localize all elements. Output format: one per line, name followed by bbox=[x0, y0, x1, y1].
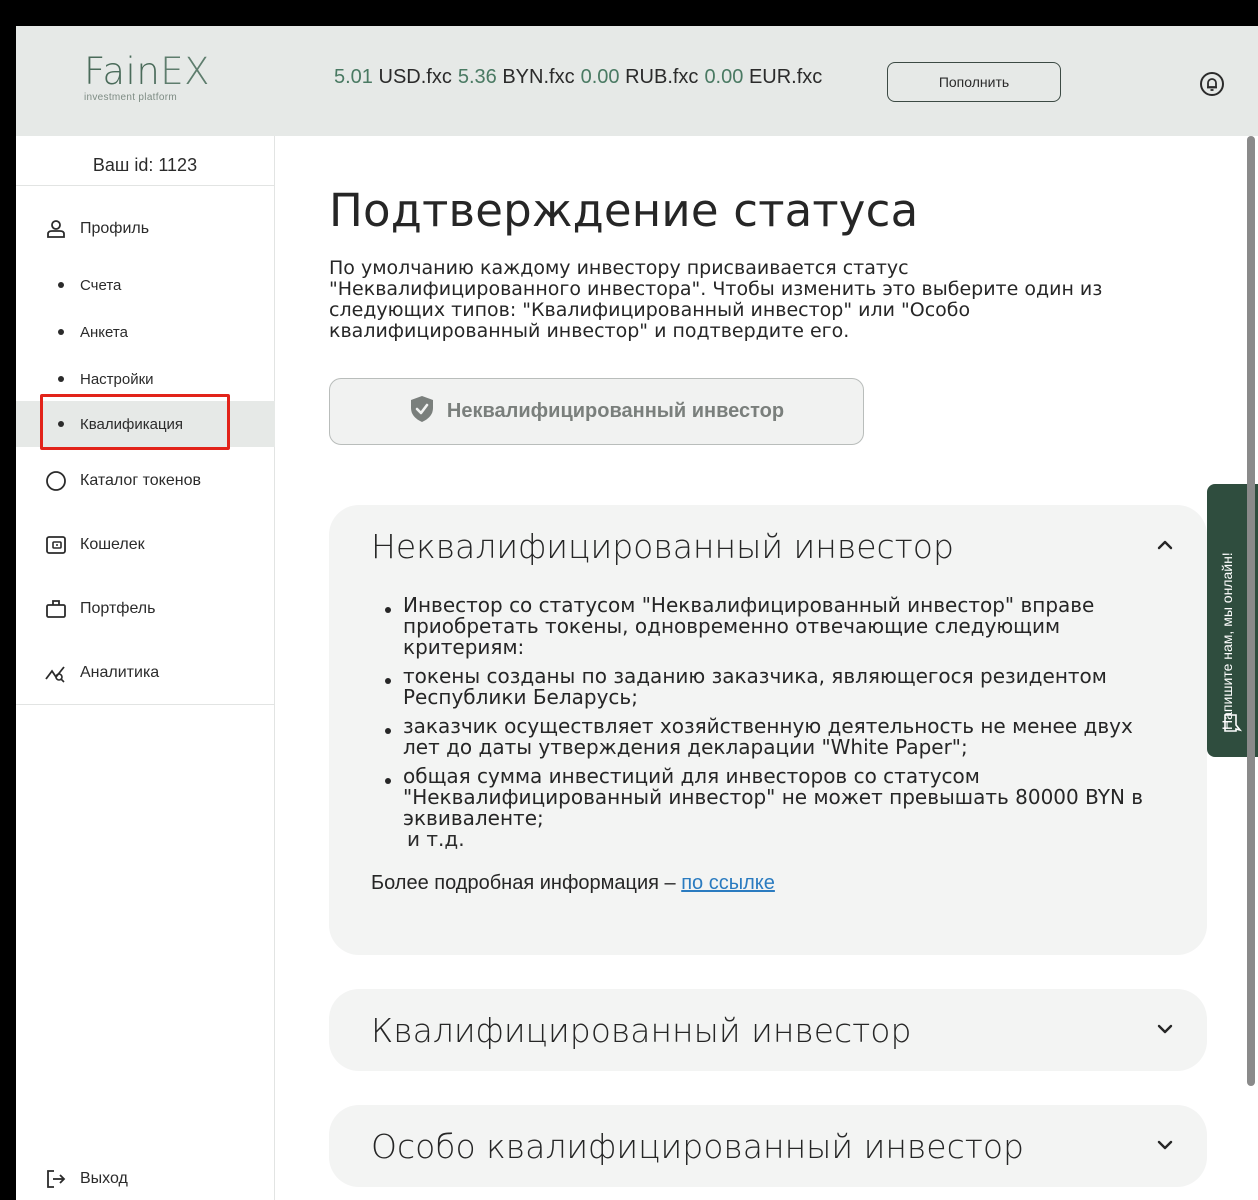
sidebar-item-label: Портфель bbox=[80, 600, 156, 617]
accordion-qualified[interactable]: Квалифицированный инвестор bbox=[329, 989, 1207, 1071]
balance-byn: 5.36 BYN.fxc bbox=[457, 66, 575, 88]
sidebar-item-wallet[interactable]: Кошелек bbox=[16, 522, 275, 568]
sidebar: Ваш id: 1123 Профиль Счета Анкета Настро… bbox=[16, 136, 275, 1200]
logo-main-text: Fain bbox=[84, 50, 161, 93]
sidebar-item-label: Аналитика bbox=[80, 664, 160, 681]
sidebar-item-profile[interactable]: Профиль bbox=[16, 206, 275, 252]
app-window: FainEX investment platform 5.01 USD.fxc … bbox=[16, 26, 1258, 1200]
accordion-title: Квалифицированный инвестор bbox=[371, 1010, 912, 1050]
accordion-highly-qualified[interactable]: Особо квалифицированный инвестор bbox=[329, 1105, 1207, 1187]
list-item: Инвестор со статусом "Неквалифицированны… bbox=[371, 595, 1163, 658]
balance-rub: 0.00 RUB.fxc bbox=[580, 66, 699, 88]
sidebar-item-label: Счета bbox=[80, 276, 122, 294]
logo-ex-text: EX bbox=[160, 50, 211, 93]
sidebar-divider bbox=[16, 704, 275, 705]
sidebar-item-token-catalog[interactable]: Каталог токенов bbox=[16, 458, 275, 504]
shield-check-icon bbox=[409, 395, 435, 429]
sidebar-item-label: Кошелек bbox=[80, 536, 145, 553]
sidebar-item-label: Анкета bbox=[80, 323, 128, 341]
briefcase-icon bbox=[44, 597, 68, 621]
current-status-button[interactable]: Неквалифицированный инвестор bbox=[329, 378, 864, 445]
accordion-header[interactable]: Квалифицированный инвестор bbox=[329, 989, 1207, 1071]
sidebar-subitem-questionnaire[interactable]: Анкета bbox=[16, 309, 275, 355]
analytics-icon bbox=[44, 661, 68, 685]
logo-subtitle: investment platform bbox=[84, 92, 177, 103]
more-info-text: Более подробная информация – bbox=[371, 872, 682, 894]
criteria-list: Инвестор со статусом "Неквалифицированны… bbox=[371, 595, 1163, 829]
sidebar-item-portfolio[interactable]: Портфель bbox=[16, 586, 275, 632]
more-info-link[interactable]: по ссылке bbox=[681, 872, 775, 894]
balance-usd: 5.01 USD.fxc bbox=[334, 66, 452, 88]
main-content: Подтверждение статуса По умолчанию каждо… bbox=[275, 136, 1258, 1200]
balances: 5.01 USD.fxc 5.36 BYN.fxc 0.00 RUB.fxc 0… bbox=[334, 66, 822, 89]
top-header: FainEX investment platform 5.01 USD.fxc … bbox=[16, 26, 1258, 136]
bullet-dot bbox=[58, 329, 64, 335]
balance-eur: 0.00 EUR.fxc bbox=[704, 66, 823, 88]
list-item: общая сумма инвестиций для инвесторов со… bbox=[371, 766, 1163, 829]
chevron-down-icon[interactable] bbox=[1157, 1137, 1173, 1155]
list-item: заказчик осуществляет хозяйственную деят… bbox=[371, 716, 1163, 758]
topup-button[interactable]: Пополнить bbox=[887, 62, 1061, 102]
etc-text: и т.д. bbox=[407, 827, 465, 851]
sidebar-item-label: Выход bbox=[80, 1170, 128, 1187]
chevron-down-icon[interactable] bbox=[1157, 1021, 1173, 1039]
sidebar-item-label: Каталог токенов bbox=[80, 472, 201, 489]
scrollbar[interactable] bbox=[1247, 136, 1255, 1086]
bullet-dot bbox=[58, 282, 64, 288]
circle-icon bbox=[44, 469, 68, 493]
logout-icon bbox=[44, 1167, 68, 1191]
accordion-body: Инвестор со статусом "Неквалифицированны… bbox=[329, 587, 1207, 895]
bullet-dot bbox=[58, 376, 64, 382]
sidebar-subitem-accounts[interactable]: Счета bbox=[16, 262, 275, 308]
chat-tab-label: Напишите нам, мы онлайн! bbox=[1219, 552, 1235, 730]
accordion-header[interactable]: Неквалифицированный инвестор bbox=[329, 505, 1207, 587]
intro-text: По умолчанию каждому инвестору присваива… bbox=[329, 257, 1103, 342]
status-button-label: Неквалифицированный инвестор bbox=[446, 400, 785, 422]
bell-icon[interactable] bbox=[1199, 71, 1225, 97]
logo[interactable]: FainEX investment platform bbox=[84, 50, 214, 104]
accordion-title: Особо квалифицированный инвестор bbox=[371, 1126, 1024, 1166]
chevron-up-icon[interactable] bbox=[1157, 537, 1173, 555]
page-title: Подтверждение статуса bbox=[329, 184, 919, 237]
user-id: Ваш id: 1123 bbox=[16, 136, 274, 186]
user-icon bbox=[44, 217, 68, 241]
accordion-header[interactable]: Особо квалифицированный инвестор bbox=[329, 1105, 1207, 1187]
accordion-nonqualified: Неквалифицированный инвестор Инвестор со… bbox=[329, 505, 1207, 955]
sidebar-item-analytics[interactable]: Аналитика bbox=[16, 650, 275, 696]
sidebar-item-logout[interactable]: Выход bbox=[16, 1156, 275, 1200]
sidebar-item-label: Настройки bbox=[80, 370, 154, 388]
accordion-title: Неквалифицированный инвестор bbox=[371, 526, 954, 566]
sidebar-item-label: Профиль bbox=[80, 220, 150, 237]
highlight-box bbox=[40, 394, 230, 450]
wallet-icon bbox=[44, 533, 68, 557]
more-info: Более подробная информация – по ссылке bbox=[371, 872, 1163, 895]
list-item: токены созданы по заданию заказчика, явл… bbox=[371, 666, 1163, 708]
